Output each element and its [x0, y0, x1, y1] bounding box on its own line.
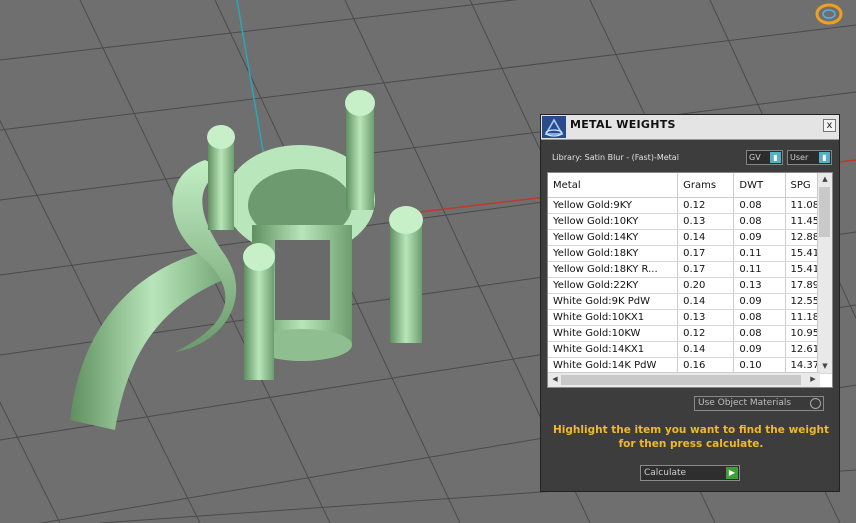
cell-metal: Yellow Gold:14KY [548, 229, 679, 246]
cell-metal: Yellow Gold:22KY [548, 277, 679, 294]
table-row[interactable]: White Gold:14KX1 0.14 0.09 12.61 [548, 341, 832, 358]
metal-weights-icon [542, 116, 566, 138]
cell-dwt: 0.13 [733, 277, 786, 294]
cell-grams: 0.14 [677, 293, 735, 310]
gv-select-value: GV [749, 153, 761, 162]
cell-grams: 0.17 [677, 261, 735, 278]
cell-dwt: 0.11 [733, 261, 786, 278]
metal-weights-panel: METAL WEIGHTS x Library: Satin Blur - (F… [540, 114, 840, 492]
cell-metal: White Gold:10KW [548, 325, 679, 342]
cell-dwt: 0.08 [733, 197, 786, 214]
cell-metal: White Gold:14KX1 [548, 341, 679, 358]
library-label: Library: Satin Blur - (Fast)-Metal [552, 153, 679, 162]
calculate-label: Calculate [644, 468, 687, 478]
cell-grams: 0.14 [677, 341, 735, 358]
horizontal-scrollbar[interactable]: ◀ ▶ [548, 372, 820, 387]
cell-metal: Yellow Gold:18KY [548, 245, 679, 262]
table-row[interactable]: Yellow Gold:14KY 0.14 0.09 12.88 [548, 229, 832, 246]
play-arrow-icon: ▶ [726, 467, 738, 479]
scroll-right-icon[interactable]: ▶ [806, 373, 820, 386]
dropdown-arrow-icon: ▮ [770, 152, 781, 163]
use-object-materials-label: Use Object Materials [698, 398, 792, 408]
panel-titlebar[interactable]: METAL WEIGHTS x [541, 115, 839, 140]
cell-metal: Yellow Gold:18KY R... [548, 261, 679, 278]
cell-dwt: 0.09 [733, 341, 786, 358]
panel-title: METAL WEIGHTS [570, 118, 676, 131]
table-row[interactable]: White Gold:10KX1 0.13 0.08 11.18 [548, 309, 832, 326]
table-row[interactable]: Yellow Gold:18KY 0.17 0.11 15.41 [548, 245, 832, 262]
cell-dwt: 0.08 [733, 325, 786, 342]
metal-table: Metal Grams DWT SPG Yellow Gold:9KY 0.12 0… [547, 172, 833, 388]
scroll-left-icon[interactable]: ◀ [548, 373, 562, 386]
scroll-thumb-horizontal[interactable] [561, 375, 801, 385]
table-row[interactable]: White Gold:10KW 0.12 0.08 10.95 [548, 325, 832, 342]
cell-dwt: 0.08 [733, 213, 786, 230]
scroll-up-icon[interactable]: ▲ [818, 173, 832, 186]
scroll-down-icon[interactable]: ▼ [818, 360, 832, 373]
table-row[interactable]: White Gold:9K PdW 0.14 0.09 12.55 [548, 293, 832, 310]
cell-metal: White Gold:10KX1 [548, 309, 679, 326]
user-select[interactable]: User ▮ [787, 150, 832, 165]
cell-dwt: 0.09 [733, 293, 786, 310]
column-header-dwt[interactable]: DWT [733, 173, 786, 198]
cell-grams: 0.20 [677, 277, 735, 294]
cell-grams: 0.12 [677, 325, 735, 342]
table-row[interactable]: Yellow Gold:9KY 0.12 0.08 11.08 [548, 197, 832, 214]
cell-grams: 0.13 [677, 309, 735, 326]
table-row[interactable]: Yellow Gold:18KY R... 0.17 0.11 15.41 [548, 261, 832, 278]
column-header-metal[interactable]: Metal [548, 173, 679, 198]
close-button[interactable]: x [823, 119, 836, 132]
cell-metal: White Gold:9K PdW [548, 293, 679, 310]
cell-dwt: 0.11 [733, 245, 786, 262]
calculate-button[interactable]: Calculate ▶ [640, 465, 740, 481]
help-text: Highlight the item you want to find the … [553, 424, 829, 450]
cell-grams: 0.17 [677, 245, 735, 262]
table-row[interactable]: Yellow Gold:22KY 0.20 0.13 17.89 [548, 277, 832, 294]
cell-grams: 0.13 [677, 213, 735, 230]
use-object-materials-option[interactable]: Use Object Materials [694, 396, 824, 411]
cell-dwt: 0.09 [733, 229, 786, 246]
scroll-thumb[interactable] [819, 187, 830, 237]
dropdown-arrow-icon: ▮ [819, 152, 830, 163]
column-header-grams[interactable]: Grams [677, 173, 735, 198]
table-row[interactable]: Yellow Gold:10KY 0.13 0.08 11.45 [548, 213, 832, 230]
user-select-value: User [790, 153, 809, 162]
cell-metal: Yellow Gold:10KY [548, 213, 679, 230]
radio-icon[interactable] [810, 398, 821, 409]
cell-metal: Yellow Gold:9KY [548, 197, 679, 214]
cell-grams: 0.14 [677, 229, 735, 246]
cell-dwt: 0.08 [733, 309, 786, 326]
vertical-scrollbar[interactable]: ▲ ▼ [817, 173, 832, 373]
gv-select[interactable]: GV ▮ [746, 150, 783, 165]
cell-grams: 0.12 [677, 197, 735, 214]
